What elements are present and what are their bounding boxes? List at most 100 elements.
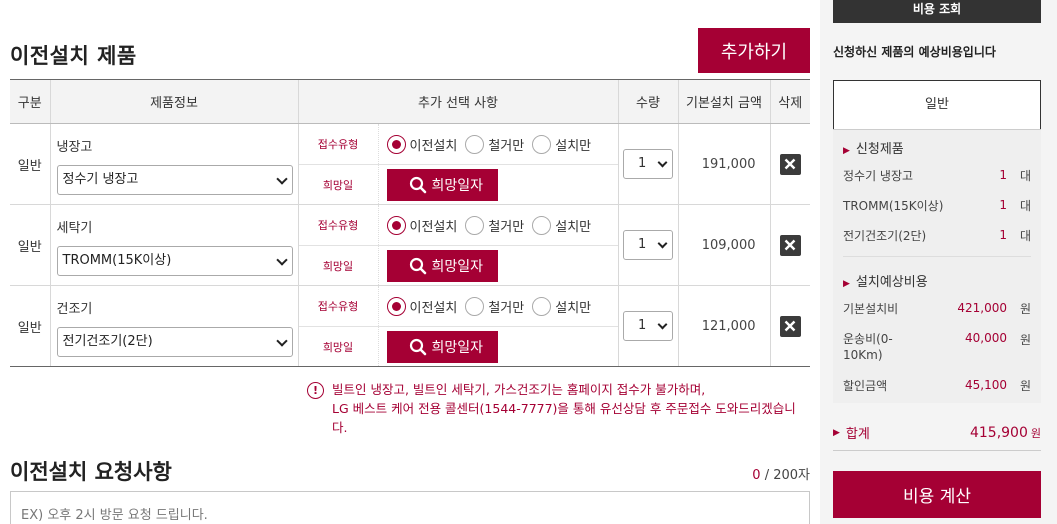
radio-relocation[interactable] xyxy=(386,134,406,154)
radio-label: 이전설치 xyxy=(409,138,458,154)
total-unit: 원 xyxy=(1030,426,1041,440)
row-price: 121,000 xyxy=(677,285,770,367)
radio-install-only[interactable] xyxy=(532,134,552,154)
item-unit: 대 xyxy=(1019,168,1031,183)
cost-unit: 원 xyxy=(1019,333,1031,347)
desired-date-button[interactable]: 희망일자 xyxy=(386,168,498,201)
tab-general[interactable]: 일반 xyxy=(833,80,1041,129)
cost-side-panel: 비용 조회 신청하신 제품의 예상비용입니다 일반 ▶ 신청제품 정수기 냉장고 1… xyxy=(833,0,1041,518)
chevron-down-icon xyxy=(657,157,668,168)
cost-unit: 원 xyxy=(1019,301,1031,316)
add-product-button[interactable]: 추가하기 xyxy=(698,28,810,73)
radio-label: 철거만 xyxy=(488,219,525,235)
search-icon xyxy=(409,176,426,193)
model-select-value: 정수기 냉장고 xyxy=(62,171,139,187)
cost-unit: 원 xyxy=(1019,378,1031,393)
desired-date-label: 희망일 xyxy=(299,165,379,204)
quantity-value: 1 xyxy=(638,156,647,171)
table-row: 일반 세탁기 TROMM(15K이상) 접수유형 이전설치 철거만 설치만 희망… xyxy=(10,204,810,286)
table-row: 일반 냉장고 정수기 냉장고 접수유형 이전설치 철거만 설치만 희망일 희망일… xyxy=(10,123,810,205)
item-qty: 1 xyxy=(999,228,1007,242)
row-category: 일반 xyxy=(10,204,50,286)
radio-install-only[interactable] xyxy=(532,215,552,235)
header-category: 구분 xyxy=(10,79,50,124)
section-title: 이전설치 제품 xyxy=(10,44,137,68)
list-item: 전기건조기(2단) 1 대 xyxy=(843,220,1031,250)
delete-button[interactable] xyxy=(779,153,801,175)
exclamation-icon: ! xyxy=(307,382,324,399)
radio-removal-only[interactable] xyxy=(465,215,485,235)
radio-relocation[interactable] xyxy=(386,296,406,316)
radio-label: 설치만 xyxy=(555,219,592,235)
close-icon xyxy=(784,320,796,332)
reception-type-label: 접수유형 xyxy=(299,286,379,326)
char-count-current: 0 xyxy=(752,468,761,483)
header-delete: 삭제 xyxy=(769,79,810,124)
notice-line-2: LG 베스트 케어 전용 콜센터(1544-7777)을 통해 유선상담 후 주… xyxy=(332,401,796,435)
model-select-value: 전기건조기(2단) xyxy=(62,333,153,349)
triangle-right-icon: ▶ xyxy=(843,279,850,289)
item-qty: 1 xyxy=(999,198,1007,212)
delete-button[interactable] xyxy=(779,234,801,256)
close-icon xyxy=(784,158,796,170)
char-count-max: / 200자 xyxy=(760,468,810,483)
model-select[interactable]: 전기건조기(2단) xyxy=(56,326,293,357)
request-textarea[interactable]: EX) 오후 2시 방문 요청 드립니다. xyxy=(10,491,810,524)
list-item: 운송비(0-10Km) 40,000 원 xyxy=(843,323,1031,369)
desired-date-button-label: 희망일자 xyxy=(431,177,484,194)
search-icon xyxy=(409,338,426,355)
delete-button[interactable] xyxy=(779,315,801,337)
desired-date-button-label: 희망일자 xyxy=(431,258,484,275)
item-qty: 1 xyxy=(999,168,1007,182)
desired-date-button[interactable]: 희망일자 xyxy=(386,249,498,282)
model-select[interactable]: TROMM(15K이상) xyxy=(56,245,293,276)
quantity-value: 1 xyxy=(638,318,647,333)
radio-relocation[interactable] xyxy=(386,215,406,235)
row-price: 191,000 xyxy=(677,123,770,205)
list-item: TROMM(15K이상) 1 대 xyxy=(843,190,1031,220)
close-icon xyxy=(784,239,796,251)
cost-name: 할인금액 xyxy=(843,378,888,393)
notice-line-1: 빌트인 냉장고, 빌트인 세탁기, 가스건조기는 홈페이지 접수가 불가하며, xyxy=(332,382,706,397)
desired-date-button[interactable]: 희망일자 xyxy=(386,330,498,363)
model-select[interactable]: 정수기 냉장고 xyxy=(56,164,293,195)
radio-removal-only[interactable] xyxy=(465,296,485,316)
notice: ! 빌트인 냉장고, 빌트인 세탁기, 가스건조기는 홈페이지 접수가 불가하며… xyxy=(307,380,810,437)
quantity-select[interactable]: 1 xyxy=(623,311,673,341)
quantity-select[interactable]: 1 xyxy=(623,230,673,260)
radio-label: 설치만 xyxy=(555,138,592,154)
header-quantity: 수량 xyxy=(617,79,678,124)
desired-date-label: 희망일 xyxy=(299,327,379,366)
radio-label: 설치만 xyxy=(555,300,592,316)
main-area: 이전설치 제품 추가하기 구분 제품정보 추가 선택 사항 수량 기본설치 금액… xyxy=(10,0,810,524)
radio-label: 이전설치 xyxy=(409,219,458,235)
calculate-cost-button[interactable]: 비용 계산 xyxy=(833,471,1041,518)
quantity-select[interactable]: 1 xyxy=(623,149,673,179)
side-header: 비용 조회 xyxy=(833,0,1041,23)
reception-type-label: 접수유형 xyxy=(299,205,379,245)
item-name: TROMM(15K이상) xyxy=(843,198,944,213)
total-value: 415,900 xyxy=(969,424,1028,441)
item-unit: 대 xyxy=(1019,198,1031,213)
chevron-down-icon xyxy=(275,253,288,266)
product-table: 구분 제품정보 추가 선택 사항 수량 기본설치 금액 삭제 일반 냉장고 정수… xyxy=(10,79,810,367)
row-price: 109,000 xyxy=(677,204,770,286)
chevron-down-icon xyxy=(657,238,668,249)
total-row: ▶ 합계 415,900 원 xyxy=(833,423,1041,451)
radio-label: 이전설치 xyxy=(409,300,458,316)
cost-name: 기본설치비 xyxy=(843,301,899,316)
side-subtitle: 신청하신 제품의 예상비용입니다 xyxy=(833,45,996,59)
radio-install-only[interactable] xyxy=(532,296,552,316)
list-item: 기본설치비 421,000 원 xyxy=(843,293,1031,323)
total-label: 합계 xyxy=(845,427,870,442)
cost-summary-box: ▶ 신청제품 정수기 냉장고 1 대 TROMM(15K이상) 1 대 전기건조기(2단)… xyxy=(833,129,1041,403)
radio-label: 철거만 xyxy=(488,138,525,154)
chevron-down-icon xyxy=(275,172,288,185)
item-name: 전기건조기(2단) xyxy=(843,228,927,243)
radio-removal-only[interactable] xyxy=(465,134,485,154)
product-name: 건조기 xyxy=(56,301,93,317)
header-product-info: 제품정보 xyxy=(49,79,298,124)
list-item: 할인금액 45,100 원 xyxy=(843,369,1031,403)
row-category: 일반 xyxy=(10,285,50,367)
triangle-right-icon: ▶ xyxy=(833,427,840,438)
